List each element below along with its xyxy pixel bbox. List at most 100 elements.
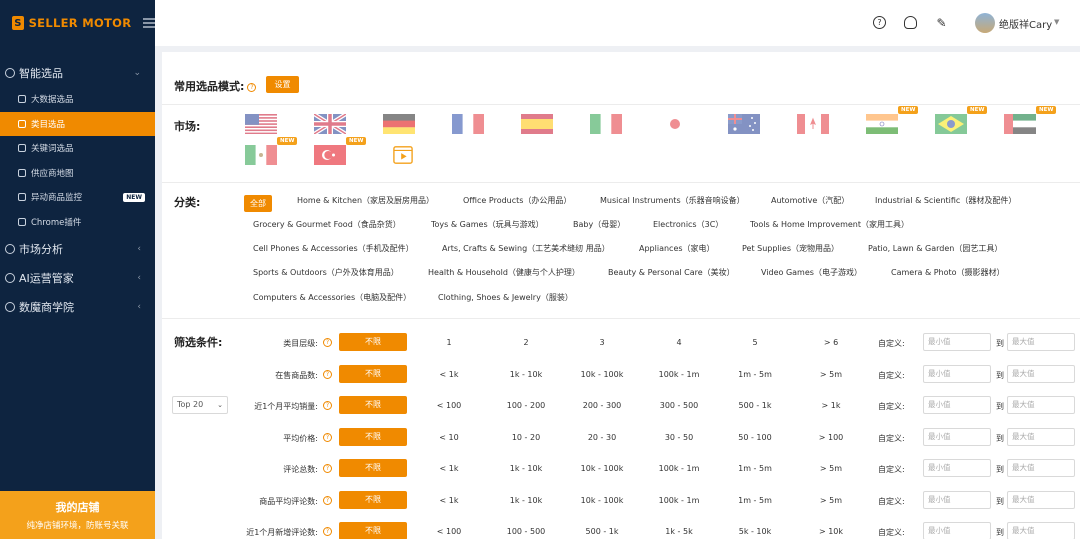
filter-option[interactable]: 10k - 100k	[567, 370, 637, 379]
max-value-input[interactable]: 最大值	[1007, 333, 1075, 351]
top-n-select[interactable]: Top 20 ⌄	[172, 396, 228, 414]
filter-option[interactable]: > 5m	[796, 496, 866, 505]
category-item[interactable]: Video Games（电子游戏）	[761, 267, 862, 278]
no-limit-button[interactable]: 不限	[339, 490, 407, 509]
filter-option[interactable]: 20 - 30	[567, 433, 637, 442]
filter-option[interactable]: > 5m	[796, 464, 866, 473]
min-value-input[interactable]: 最小值	[923, 459, 991, 477]
filter-option[interactable]: 200 - 300	[567, 401, 637, 410]
filter-option[interactable]: 30 - 50	[644, 433, 714, 442]
help-icon[interactable]: ?	[323, 495, 332, 505]
max-value-input[interactable]: 最大值	[1007, 459, 1075, 477]
max-value-input[interactable]: 最大值	[1007, 427, 1075, 446]
filter-option[interactable]: 100k - 1m	[644, 496, 714, 505]
ae-flag-icon[interactable]	[1003, 114, 1037, 134]
tr-flag-icon[interactable]	[313, 145, 347, 165]
help-icon[interactable]: ?	[323, 432, 332, 442]
sidebar-item-chrome[interactable]: Chrome插件	[0, 210, 155, 235]
help-icon[interactable]: ?	[323, 369, 332, 379]
filter-option[interactable]: 100 - 200	[491, 401, 561, 410]
filter-option[interactable]: 10k - 100k	[567, 464, 637, 473]
filter-option[interactable]: 1m - 5m	[720, 370, 790, 379]
avatar[interactable]	[975, 13, 995, 33]
filter-option[interactable]: 100k - 1m	[644, 370, 714, 379]
filter-option[interactable]: 100 - 500	[491, 527, 561, 536]
category-item[interactable]: Cell Phones & Accessories（手机及配件）	[253, 243, 414, 254]
filter-option[interactable]: < 100	[414, 401, 484, 410]
min-value-input[interactable]: 最小值	[923, 427, 991, 446]
filter-option[interactable]: 2	[491, 338, 561, 347]
category-item[interactable]: Beauty & Personal Care（美妆）	[608, 267, 735, 278]
filter-option[interactable]: 10 - 20	[491, 433, 561, 442]
no-limit-button[interactable]: 不限	[339, 333, 407, 351]
min-value-input[interactable]: 最小值	[923, 522, 991, 539]
filter-option[interactable]: < 1k	[414, 464, 484, 473]
help-icon[interactable]: ?	[323, 401, 332, 410]
no-limit-button[interactable]: 不限	[339, 427, 407, 446]
mx-flag-icon[interactable]	[244, 145, 278, 165]
no-limit-button[interactable]: 不限	[339, 364, 407, 383]
help-icon[interactable]: ?	[323, 464, 332, 473]
filter-option[interactable]: 1k - 10k	[491, 370, 561, 379]
headset-icon[interactable]	[904, 16, 917, 29]
user-name[interactable]: 绝版祥Cary	[999, 16, 1052, 31]
sidebar-item-keyword[interactable]: 关键词选品	[0, 136, 155, 161]
logo[interactable]: S SELLER MOTOR	[0, 0, 155, 46]
sidebar-section-smart-select[interactable]: 智能选品 ⌄	[0, 58, 155, 87]
filter-option[interactable]: > 1k	[796, 401, 866, 410]
chevron-down-icon[interactable]: ▼	[1054, 18, 1059, 26]
fr-flag-icon[interactable]	[451, 114, 485, 134]
category-item[interactable]: Office Products（办公用品）	[463, 195, 571, 206]
filter-option[interactable]: < 100	[414, 527, 484, 536]
filter-option[interactable]: > 5m	[796, 370, 866, 379]
category-all-button[interactable]: 全部	[244, 195, 272, 212]
filter-option[interactable]: 100k - 1m	[644, 464, 714, 473]
filter-option[interactable]: 1k - 10k	[491, 464, 561, 473]
category-item[interactable]: Camera & Photo（摄影器材）	[891, 267, 1005, 278]
de-flag-icon[interactable]	[382, 114, 416, 134]
category-item[interactable]: Arts, Crafts & Sewing（工艺美术缝纫 用品）	[442, 243, 610, 254]
category-item[interactable]: Computers & Accessories（电脑及配件）	[253, 292, 411, 303]
in-flag-icon[interactable]	[865, 114, 899, 134]
filter-option[interactable]: > 10k	[796, 527, 866, 536]
category-item[interactable]: Baby（母婴）	[573, 219, 625, 230]
help-icon[interactable]: ?	[247, 82, 257, 92]
br-flag-icon[interactable]	[934, 114, 968, 134]
sidebar-item-category[interactable]: 类目选品	[0, 111, 155, 136]
category-item[interactable]: Patio, Lawn & Garden（园艺工具）	[868, 243, 1002, 254]
max-value-input[interactable]: 最大值	[1007, 522, 1075, 539]
jp-flag-icon[interactable]	[658, 114, 692, 134]
filter-option[interactable]: 50 - 100	[720, 433, 790, 442]
edit-icon[interactable]: ✎	[935, 16, 948, 30]
it-flag-icon[interactable]	[589, 114, 623, 134]
category-item[interactable]: Health & Household（健康与个人护理）	[428, 267, 580, 278]
sidebar-item-bigdata[interactable]: 大数据选品	[0, 87, 155, 112]
uk-flag-icon[interactable]	[313, 114, 347, 134]
filter-option[interactable]: > 100	[796, 433, 866, 442]
help-icon[interactable]: ?	[323, 527, 332, 536]
set-button[interactable]: 设置	[266, 76, 299, 93]
help-icon[interactable]: ?	[323, 338, 332, 347]
max-value-input[interactable]: 最大值	[1007, 490, 1075, 509]
filter-option[interactable]: 5	[720, 338, 790, 347]
category-item[interactable]: Tools & Home Improvement（家用工具）	[750, 219, 909, 230]
no-limit-button[interactable]: 不限	[339, 459, 407, 477]
sidebar-item-supplier-map[interactable]: 供应商地图	[0, 161, 155, 186]
filter-option[interactable]: < 10	[414, 433, 484, 442]
sidebar-item-monitor[interactable]: 异动商品监控 NEW	[0, 185, 155, 210]
filter-option[interactable]: 1k - 5k	[644, 527, 714, 536]
category-item[interactable]: Automotive（汽配）	[771, 195, 849, 206]
filter-option[interactable]: < 1k	[414, 370, 484, 379]
sidebar-section-ai[interactable]: AI运营管家 ‹	[0, 263, 155, 292]
category-item[interactable]: Home & Kitchen（家居及厨房用品）	[297, 195, 434, 206]
sidebar-section-market[interactable]: 市场分析 ‹	[0, 234, 155, 263]
filter-option[interactable]: 3	[567, 338, 637, 347]
filter-option[interactable]: < 1k	[414, 496, 484, 505]
filter-option[interactable]: 500 - 1k	[720, 401, 790, 410]
filter-option[interactable]: 1	[414, 338, 484, 347]
ca-flag-icon[interactable]	[796, 114, 830, 134]
us-flag-icon[interactable]	[244, 114, 278, 134]
filter-option[interactable]: > 6	[796, 338, 866, 347]
filter-option[interactable]: 10k - 100k	[567, 496, 637, 505]
min-value-input[interactable]: 最小值	[923, 364, 991, 383]
